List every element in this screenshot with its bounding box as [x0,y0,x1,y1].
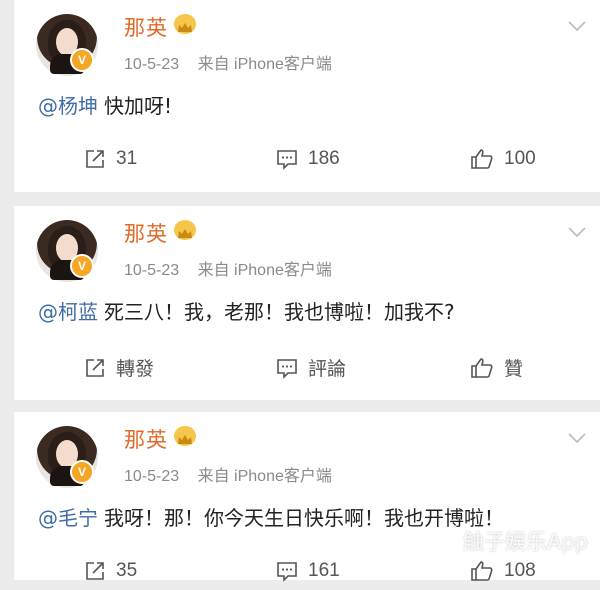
post-source: 来自 iPhone客户端 [197,262,332,279]
post-content: @柯蓝 死三八！我，老那！我也博啦！加我不? [38,296,455,325]
comment-icon [277,358,297,379]
weibo-post: V 那英 10-5-23 来自 iPhone客户端 @杨坤 快加呀! 31 186… [14,0,600,192]
post-content: @毛宁 我呀！那！你今天生日快乐啊！我也开博啦！ [38,502,504,531]
action-bar: 轉發 評論 贊 [14,354,600,384]
comment-button[interactable]: 186 [276,148,340,170]
watermark: 触子娱乐App [462,530,588,554]
post-meta: 10-5-23 来自 iPhone客户端 [124,462,332,486]
like-button[interactable]: 贊 [470,354,523,381]
comment-button[interactable]: 161 [276,560,340,582]
like-button[interactable]: 108 [470,560,536,582]
share-icon [86,150,104,168]
post-meta: 10-5-23 来自 iPhone客户端 [124,256,332,280]
verified-badge: V [70,48,94,72]
username[interactable]: 那英 [124,424,168,454]
post-source: 来自 iPhone客户端 [197,56,332,73]
crown-icon [174,426,196,446]
crown-icon [174,220,196,240]
chevron-down-icon[interactable] [568,20,586,32]
repost-button[interactable]: 轉發 [84,354,154,381]
post-source: 来自 iPhone客户端 [197,468,332,485]
mention-link[interactable]: @毛宁 [38,506,98,530]
thumbs-up-icon [471,357,493,378]
comment-icon [277,150,297,170]
thumbs-up-icon [471,149,493,169]
comment-button[interactable]: 評論 [276,354,346,381]
repost-button[interactable]: 31 [84,148,137,170]
repost-button[interactable]: 35 [84,560,137,582]
thumbs-up-icon [471,561,493,581]
action-bar: 35 161 108 [14,560,600,590]
post-date: 10-5-23 [124,468,180,485]
chevron-down-icon[interactable] [568,432,586,444]
username[interactable]: 那英 [124,218,168,248]
username[interactable]: 那英 [124,12,168,42]
post-text: 我呀！那！你今天生日快乐啊！我也开博啦！ [104,506,504,530]
post-meta: 10-5-23 来自 iPhone客户端 [124,50,332,74]
verified-badge: V [70,460,94,484]
share-icon [86,358,104,377]
mention-link[interactable]: @杨坤 [38,94,98,118]
weibo-post: V 那英 10-5-23 来自 iPhone客户端 @柯蓝 死三八！我，老那！我也… [14,206,600,400]
action-bar: 31 186 100 [14,148,600,178]
chevron-down-icon[interactable] [568,226,586,238]
verified-badge: V [70,254,94,278]
post-text: 快加呀! [104,94,173,118]
mention-link[interactable]: @柯蓝 [38,300,98,324]
share-icon [86,562,104,580]
crown-icon [174,14,196,34]
post-date: 10-5-23 [124,262,180,279]
post-content: @杨坤 快加呀! [38,90,172,119]
post-date: 10-5-23 [124,56,180,73]
comment-icon [277,562,297,582]
like-button[interactable]: 100 [470,148,536,170]
post-text: 死三八！我，老那！我也博啦！加我不? [104,300,455,324]
